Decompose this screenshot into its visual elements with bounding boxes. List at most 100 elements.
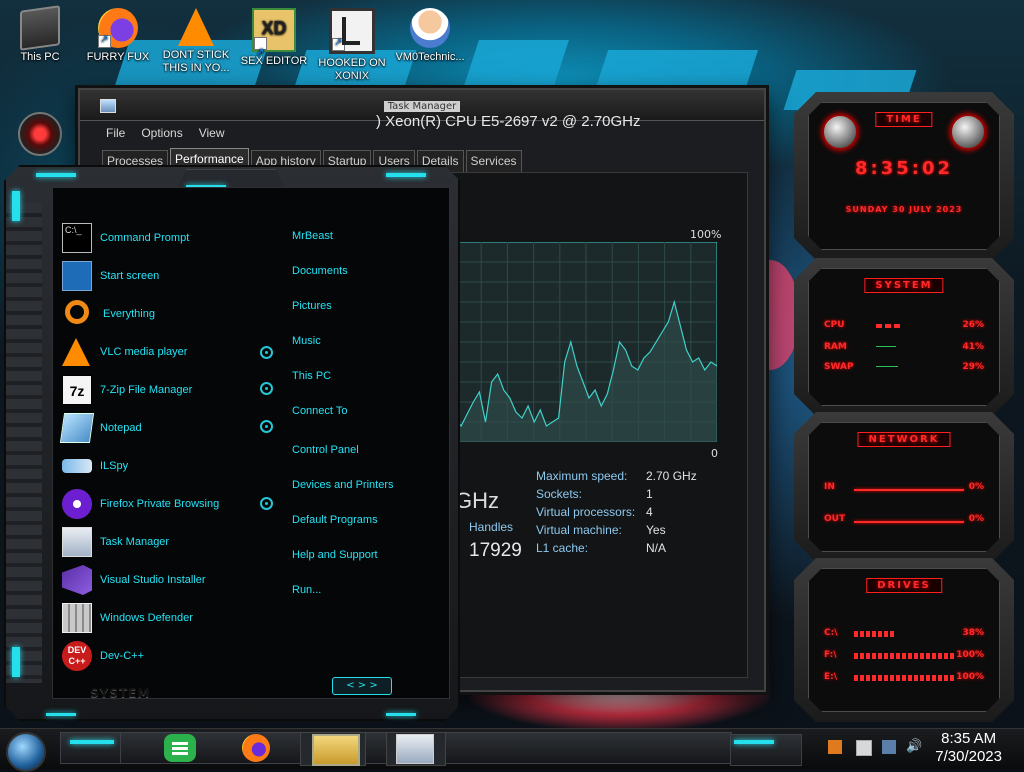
start-screen-icon xyxy=(62,261,92,291)
place-default-programs[interactable]: Default Programs xyxy=(292,511,442,546)
graph-min-label: 0 xyxy=(711,447,718,460)
spec-row: Virtual machine: Yes xyxy=(536,523,666,537)
start-menu-rail xyxy=(6,203,42,683)
doctor-icon xyxy=(410,8,450,48)
file-explorer-taskbar-icon[interactable] xyxy=(312,734,360,766)
pin-icon xyxy=(260,346,273,359)
start-menu-system-label: SYSTEM xyxy=(90,686,151,700)
tray-volume-icon[interactable]: 🔊 xyxy=(906,740,922,754)
place-documents[interactable]: Documents xyxy=(292,262,442,297)
ram-meter: RAM 41% xyxy=(824,342,984,352)
program-ilspy[interactable]: ILSpy xyxy=(62,447,282,485)
program-visual-studio-installer[interactable]: Visual Studio Installer xyxy=(62,561,282,599)
firefox-icon xyxy=(98,8,138,48)
time-gadget[interactable]: TIME 8:35:02 SUNDAY 30 JULY 2023 xyxy=(794,92,1014,260)
program-windows-defender[interactable]: Windows Defender xyxy=(62,599,282,637)
menu-view[interactable]: View xyxy=(199,126,225,140)
spec-row: L1 cache: N/A xyxy=(536,541,667,555)
alienware-orb-icon[interactable] xyxy=(18,112,62,156)
ilspy-icon xyxy=(62,459,92,473)
desktop-icon-furry-fux[interactable]: FURRY FUX xyxy=(78,2,158,64)
cpu-model-name: ) Xeon(R) CPU E5-2697 v2 @ 2.70GHz xyxy=(376,113,641,130)
pin-icon xyxy=(260,420,273,433)
pin-icon xyxy=(260,382,273,395)
tray-action-center-icon[interactable] xyxy=(856,740,872,756)
start-menu: SYSTEM < > > C:\_ Command Prompt Start sc… xyxy=(4,165,460,721)
alien-head-icon xyxy=(822,114,858,150)
time-gadget-title: TIME xyxy=(875,112,932,127)
cpu-specs: Maximum speed: 2.70 GHz Sockets: 1 Virtual… xyxy=(536,469,697,559)
task-manager-taskbar-icon[interactable] xyxy=(396,734,434,764)
place-this-pc[interactable]: This PC xyxy=(292,367,442,402)
alien-head-icon xyxy=(950,114,986,150)
network-out-sparkline xyxy=(854,521,964,523)
program-notepad[interactable]: Notepad xyxy=(62,409,282,447)
program-command-prompt[interactable]: C:\_ Command Prompt xyxy=(62,219,282,257)
pin-icon xyxy=(260,497,273,510)
desktop-icon-vm0technic[interactable]: VM0Technic... xyxy=(390,2,470,64)
cpu-meter: CPU 26% xyxy=(824,320,984,330)
swap-meter: SWAP 29% xyxy=(824,362,984,372)
system-gadget-title: SYSTEM xyxy=(864,278,943,293)
menu-options[interactable]: Options xyxy=(141,126,182,140)
tray-warning-icon[interactable] xyxy=(828,740,842,754)
start-menu-nav-arrows[interactable]: < > > xyxy=(332,677,392,695)
program-start-screen[interactable]: Start screen xyxy=(62,257,282,295)
drives-gadget-title: DRIVES xyxy=(866,578,942,593)
gadget-date: SUNDAY 30 JULY 2023 xyxy=(845,205,963,214)
place-devices-printers[interactable]: Devices and Printers xyxy=(292,476,442,511)
drive-e-meter: E:\ 100% xyxy=(824,672,984,682)
program-list: C:\_ Command Prompt Start screen Everythi… xyxy=(62,219,282,675)
program-firefox-private[interactable]: Firefox Private Browsing xyxy=(62,485,282,523)
menu-file[interactable]: File xyxy=(106,126,125,140)
place-run[interactable]: Run... xyxy=(292,581,442,616)
window-title: Task Manager xyxy=(383,101,461,112)
start-button-orb[interactable] xyxy=(6,732,46,772)
drives-gadget[interactable]: DRIVES C:\ 38% F:\ 100% E:\ 100% xyxy=(794,558,1014,722)
windows-defender-icon xyxy=(62,603,92,633)
drive-c-meter: C:\ 38% xyxy=(824,628,984,638)
notepad-icon xyxy=(60,413,94,443)
program-devcpp[interactable]: DEV C++ Dev-C++ xyxy=(62,637,282,675)
network-gadget-title: NETWORK xyxy=(857,432,950,447)
place-help-support[interactable]: Help and Support xyxy=(292,546,442,581)
vlc-icon xyxy=(62,338,90,366)
desktop-icon-vlc-shortcut[interactable]: DONT STICK THIS IN YO... xyxy=(156,2,236,75)
taskbar-time: 8:35 AM xyxy=(941,730,997,747)
gadget-clock: 8:35:02 xyxy=(854,158,954,179)
firefox-private-icon xyxy=(62,489,92,519)
program-vlc[interactable]: VLC media player xyxy=(62,333,282,371)
system-gadget[interactable]: SYSTEM CPU 26% RAM 41% SWAP 29% xyxy=(794,258,1014,416)
program-7zip[interactable]: 7z 7-Zip File Manager xyxy=(62,371,282,409)
tray-network-icon[interactable] xyxy=(882,740,896,754)
desktop-icon-hxd[interactable]: XD SEX EDITOR xyxy=(234,2,314,71)
program-task-manager[interactable]: Task Manager xyxy=(62,523,282,561)
7zip-icon: 7z xyxy=(62,375,92,405)
tab-services[interactable]: Services xyxy=(465,150,522,173)
handles-label: Handles xyxy=(469,520,514,534)
place-pictures[interactable]: Pictures xyxy=(292,297,442,332)
place-music[interactable]: Music xyxy=(292,332,442,367)
visual-studio-icon xyxy=(62,565,92,595)
feedly-taskbar-icon[interactable] xyxy=(164,734,196,762)
speed-fragment: GHz xyxy=(455,488,499,513)
command-prompt-icon: C:\_ xyxy=(62,223,92,253)
hxd-icon: XD xyxy=(252,8,296,71)
place-mrbeast[interactable]: MrBeast xyxy=(292,227,442,262)
network-gadget[interactable]: NETWORK IN 0% OUT 0% xyxy=(794,412,1014,562)
firefox-taskbar-icon[interactable] xyxy=(242,734,270,762)
graph-max-label: 100% xyxy=(690,228,722,241)
place-connect-to[interactable]: Connect To xyxy=(292,402,442,441)
desktop-icon-this-pc[interactable]: This PC xyxy=(0,2,80,64)
handles-value: 17929 xyxy=(469,540,522,561)
program-everything[interactable]: Everything xyxy=(62,295,282,333)
taskbar-clock[interactable]: 8:35 AM 7/30/2023 xyxy=(935,730,1002,766)
desktop-icon-xonix[interactable]: HOOKED ON XONIX xyxy=(312,2,392,83)
spec-row: Virtual processors: 4 xyxy=(536,505,653,519)
taskbar-date: 7/30/2023 xyxy=(935,748,1002,765)
spec-row: Maximum speed: 2.70 GHz xyxy=(536,469,697,483)
place-control-panel[interactable]: Control Panel xyxy=(292,441,442,476)
vlc-icon xyxy=(178,8,214,46)
devcpp-icon: DEV C++ xyxy=(62,641,92,671)
everything-search-icon xyxy=(65,300,89,324)
